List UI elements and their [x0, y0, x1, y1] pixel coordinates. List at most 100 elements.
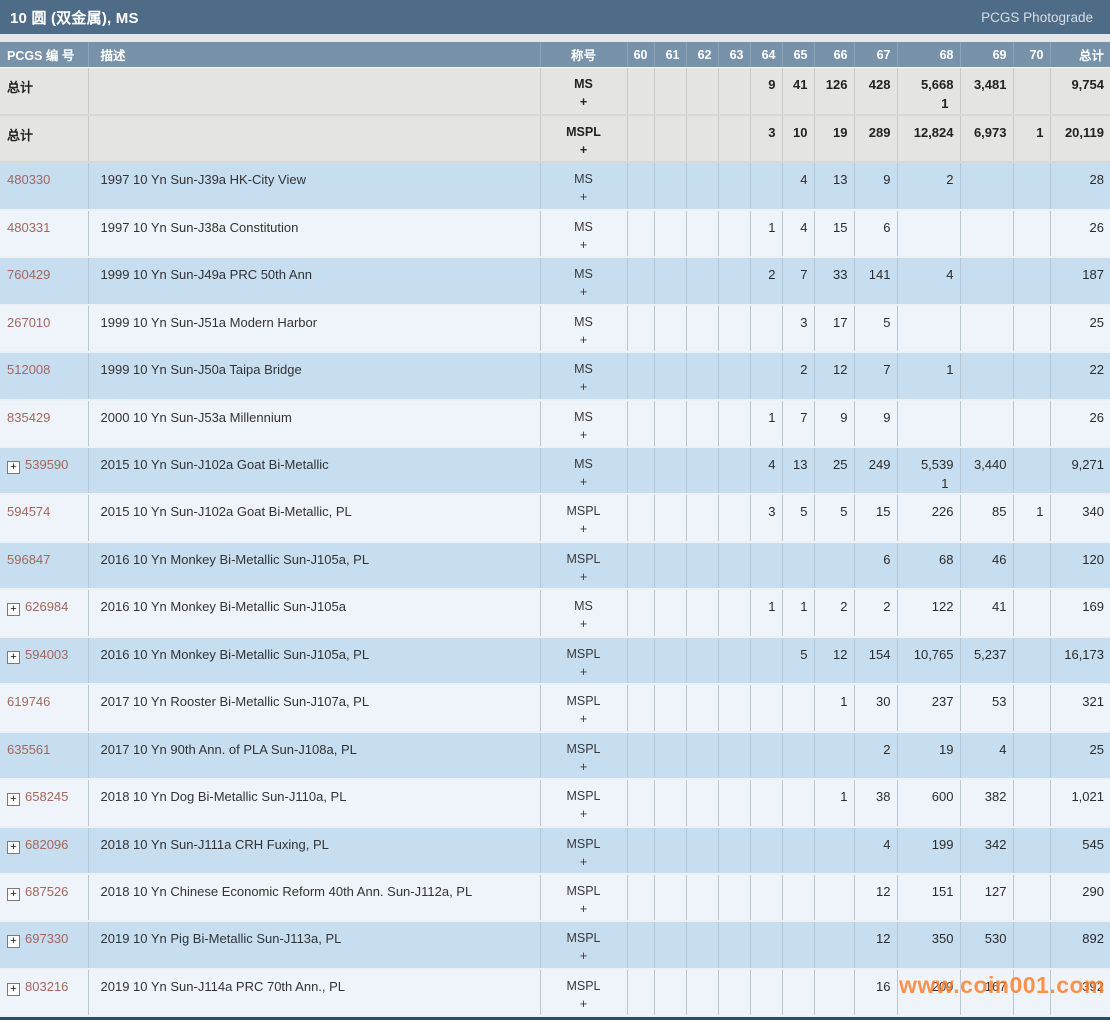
designation-label: MSPL	[566, 694, 601, 709]
grade-65-cell: 13	[782, 447, 815, 496]
grade-62-cell	[686, 67, 719, 116]
grade-68-cell	[897, 399, 961, 449]
grade-66-cell	[814, 921, 855, 970]
grade-66-cell	[814, 873, 855, 923]
grade-70-cell	[1013, 731, 1051, 781]
designation-label: MS	[574, 219, 593, 234]
title-bar: 10 圆 (双金属), MS PCGS Photograde	[0, 0, 1110, 34]
photograde-link[interactable]: PCGS Photograde	[981, 10, 1093, 25]
grade-63-cell	[718, 636, 751, 686]
grade-62-cell	[686, 541, 719, 591]
pcgs-number-link[interactable]: 760429	[7, 267, 50, 282]
grade-69-cell: 4	[960, 731, 1014, 781]
pcgs-number-link[interactable]: 267010	[7, 315, 50, 330]
total-cell: 1,021	[1050, 779, 1110, 828]
total-cell: 26	[1050, 399, 1110, 449]
pcgs-number-link[interactable]: 480331	[7, 220, 50, 235]
grade-62-cell	[686, 589, 719, 638]
grade-count: 2	[840, 599, 848, 615]
col-header-grade-62: 62	[685, 42, 718, 68]
expand-icon[interactable]: +	[7, 982, 20, 996]
grade-64-cell: 4	[750, 447, 783, 496]
expand-icon[interactable]: +	[7, 603, 20, 617]
total-cell: 25	[1050, 731, 1110, 781]
expand-icon[interactable]: +	[7, 935, 20, 949]
grade-69-cell: 5,237	[960, 636, 1014, 686]
grade-65-cell	[782, 873, 815, 923]
grade-64-cell	[750, 731, 783, 781]
pcgs-number-link[interactable]: 635561	[7, 742, 50, 757]
table-row: 635561 2017 10 Yn 90th Ann. of PLA Sun-J1…	[0, 731, 1110, 781]
description-cell: 2015 10 Yn Sun-J102a Goat Bi-Metallic	[88, 447, 541, 496]
grade-61-cell	[654, 684, 687, 733]
grade-64-cell	[750, 352, 783, 401]
grade-65-cell: 4	[782, 209, 815, 259]
grade-67-cell: 16	[854, 968, 898, 1018]
pcgs-number-link[interactable]: 512008	[7, 362, 50, 377]
table-row: 594574 2015 10 Yn Sun-J102a Goat Bi-Metal…	[0, 494, 1110, 543]
total-cell: 25	[1050, 304, 1110, 354]
grade-62-cell	[686, 968, 719, 1018]
col-header-grade-63: 63	[717, 42, 750, 68]
pcgs-number-link[interactable]: 594003	[25, 647, 68, 662]
grade-count: 12	[876, 883, 891, 899]
col-header-description: 描述	[87, 42, 540, 68]
grade-61-cell	[654, 209, 687, 259]
population-table: PCGS 编 号描述 称号 60 61 62 63 64 65 66 67 68 69 70 总计 总计 M…	[0, 42, 1110, 1018]
designation-cell: MS +	[540, 447, 628, 496]
summary-row: 总计 MS +9 41 126 428 5,668 1 3,481 9,754	[0, 67, 1110, 116]
grade-69-cell: 46	[960, 541, 1014, 591]
grade-69-cell: 53	[960, 684, 1014, 733]
expand-icon[interactable]: +	[7, 887, 20, 901]
pcgs-number-link[interactable]: 803216	[25, 979, 68, 994]
pcgs-number-link[interactable]: 687526	[25, 884, 68, 899]
pcgs-number-link[interactable]: 835429	[7, 410, 50, 425]
grade-64-cell	[750, 162, 783, 211]
description-cell: 1997 10 Yn Sun-J38a Constitution	[88, 209, 541, 259]
grade-69-cell: 382	[960, 779, 1014, 828]
grade-count: 25	[833, 457, 848, 472]
pcgs-number-link[interactable]: 539590	[25, 457, 68, 472]
grade-63-cell	[718, 257, 751, 306]
grade-count: 15	[876, 504, 891, 520]
expand-icon[interactable]: +	[7, 650, 20, 664]
total-cell: 9,271	[1050, 447, 1110, 496]
summary-label: 总计	[7, 127, 34, 143]
grade-64-cell	[750, 636, 783, 686]
description-cell: 2000 10 Yn Sun-J53a Millennium	[88, 399, 541, 449]
designation-label: MSPL	[566, 646, 601, 661]
pcgs-number-link[interactable]: 596847	[7, 552, 50, 567]
grade-count: 249	[868, 457, 891, 472]
pcgs-number-link[interactable]: 594574	[7, 504, 50, 519]
grade-count: 4	[999, 741, 1007, 757]
pcgs-number-cell: +697330	[0, 921, 89, 970]
grade-70-cell	[1013, 67, 1051, 116]
grade-count: 3	[800, 314, 808, 330]
pcgs-number-link[interactable]: 619746	[7, 694, 50, 709]
plus-label: +	[579, 475, 588, 489]
pcgs-number-link[interactable]: 682096	[25, 837, 68, 852]
grade-count: 85	[992, 504, 1007, 520]
pcgs-number-link[interactable]: 658245	[25, 789, 68, 804]
expand-icon[interactable]: +	[7, 461, 20, 474]
grade-count: 13	[833, 172, 848, 188]
grade-61-cell	[654, 779, 687, 828]
expand-icon[interactable]: +	[7, 793, 20, 807]
grade-63-cell	[718, 684, 751, 733]
pcgs-number-link[interactable]: 626984	[25, 599, 68, 614]
expand-icon[interactable]: +	[7, 840, 20, 854]
pcgs-number-link[interactable]: 697330	[25, 931, 68, 946]
grade-69-cell: 167	[960, 968, 1014, 1018]
grade-count: 141	[868, 267, 891, 283]
pcgs-number-cell: 480331	[0, 209, 89, 259]
grade-70-cell	[1013, 921, 1051, 970]
grade-69-cell: 530	[960, 921, 1014, 970]
pcgs-number-cell: 267010	[0, 304, 89, 354]
col-header-pcgs-number: PCGS 编 号	[0, 42, 88, 68]
table-row: 480330 1997 10 Yn Sun-J39a HK-City View MS…	[0, 162, 1110, 211]
designation-cell: MS +	[540, 257, 628, 306]
description-cell: 2017 10 Yn 90th Ann. of PLA Sun-J108a, P…	[88, 731, 541, 781]
designation-label: MSPL	[566, 789, 601, 804]
grade-count: 209	[931, 978, 954, 994]
pcgs-number-link[interactable]: 480330	[7, 172, 50, 187]
